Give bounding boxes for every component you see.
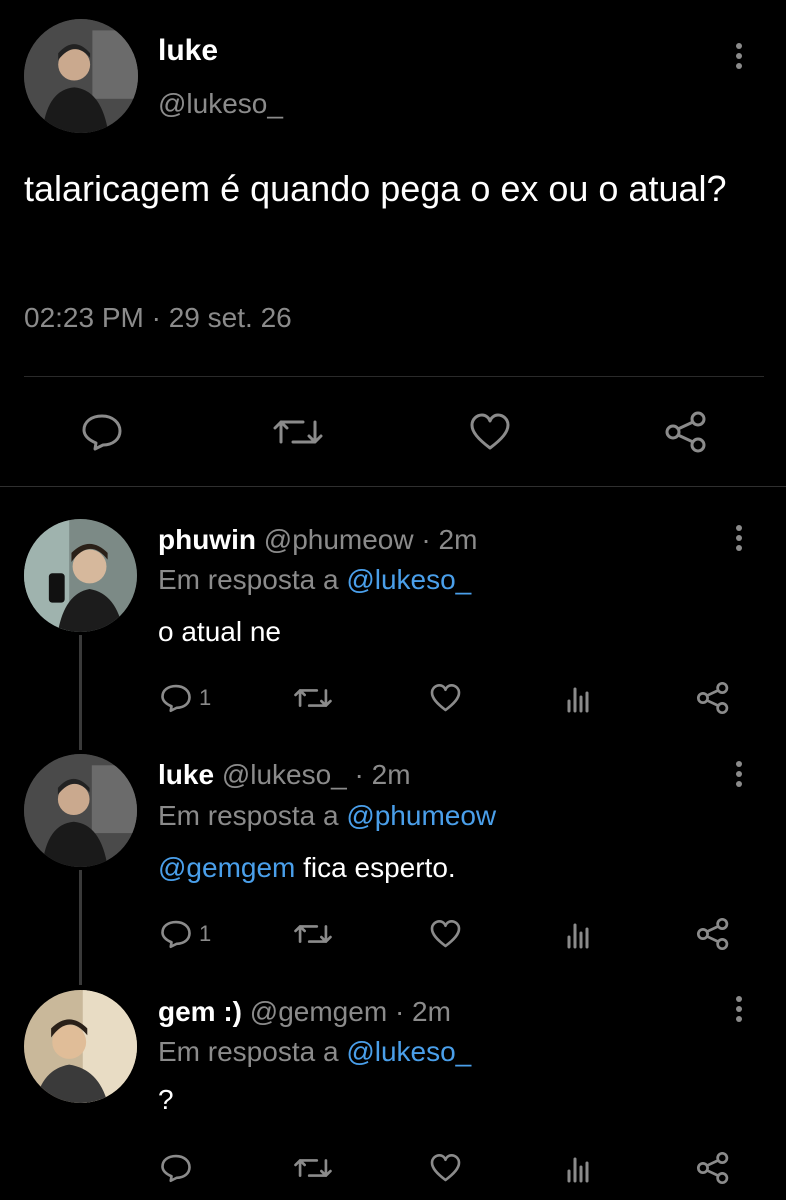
reply-icon[interactable] bbox=[158, 916, 194, 952]
more-options-icon[interactable] bbox=[729, 754, 749, 794]
reply-text: @gemgem fica esperto. bbox=[158, 852, 456, 884]
reply-header: luke @lukeso_ · 2m bbox=[158, 759, 411, 791]
reply-body: ? bbox=[158, 1084, 174, 1115]
reply-text: o atual ne bbox=[158, 616, 281, 648]
profile-photo-icon bbox=[24, 990, 137, 1103]
more-options-icon[interactable] bbox=[729, 36, 749, 76]
retweet-icon[interactable] bbox=[292, 918, 334, 950]
reply-context: Em resposta a @lukeso_ bbox=[158, 1036, 471, 1068]
main-tweet-timestamp: 02:23 PM · 29 set. 26 bbox=[24, 302, 292, 333]
reply-body: o atual ne bbox=[158, 616, 281, 647]
like-icon[interactable] bbox=[427, 680, 463, 716]
share-icon[interactable] bbox=[695, 1150, 731, 1186]
reply-icon[interactable] bbox=[158, 680, 194, 716]
more-options-icon[interactable] bbox=[729, 518, 749, 558]
reply-prefix: Em resposta a bbox=[158, 1036, 339, 1067]
reply-count: 1 bbox=[199, 921, 212, 946]
retweet-icon[interactable] bbox=[292, 682, 334, 714]
reply-avatar[interactable] bbox=[24, 754, 137, 867]
reply-display-name[interactable]: gem :) bbox=[158, 996, 242, 1027]
reply-handle[interactable]: @lukeso_ bbox=[222, 759, 347, 790]
like-icon[interactable] bbox=[466, 410, 514, 454]
reply-header: phuwin @phumeow · 2m bbox=[158, 524, 477, 556]
like-icon[interactable] bbox=[427, 1150, 463, 1186]
reply-text: ? bbox=[158, 1084, 174, 1116]
reply-context: Em resposta a @phumeow bbox=[158, 800, 496, 832]
more-options-icon[interactable] bbox=[729, 989, 749, 1029]
reply-avatar[interactable] bbox=[24, 990, 137, 1103]
profile-photo-icon bbox=[24, 19, 138, 133]
reply-time: · 2m bbox=[421, 524, 478, 555]
main-tweet-handle[interactable]: @lukeso_ bbox=[158, 88, 283, 120]
reply-icon[interactable] bbox=[158, 1150, 194, 1186]
profile-photo-icon bbox=[24, 754, 137, 867]
share-icon[interactable] bbox=[695, 916, 731, 952]
reply-display-name[interactable]: phuwin bbox=[158, 524, 256, 555]
reply-to-link[interactable]: @lukeso_ bbox=[346, 564, 471, 595]
reply-count: 1 bbox=[199, 685, 212, 710]
reply-prefix: Em resposta a bbox=[158, 564, 339, 595]
divider bbox=[0, 486, 786, 487]
reply-display-name[interactable]: luke bbox=[158, 759, 214, 790]
main-tweet-text: talaricagem é quando pega o ex ou o atua… bbox=[24, 168, 727, 209]
reply-prefix: Em resposta a bbox=[158, 800, 339, 831]
analytics-icon[interactable] bbox=[562, 680, 596, 716]
analytics-icon[interactable] bbox=[562, 1150, 596, 1186]
thread-line bbox=[79, 870, 82, 985]
share-icon[interactable] bbox=[695, 680, 731, 716]
reply-time: · 2m bbox=[394, 996, 451, 1027]
analytics-icon[interactable] bbox=[562, 916, 596, 952]
reply-handle[interactable]: @phumeow bbox=[264, 524, 414, 555]
thread-line bbox=[79, 635, 82, 750]
like-icon[interactable] bbox=[427, 916, 463, 952]
retweet-icon[interactable] bbox=[272, 410, 324, 454]
reply-body: fica esperto. bbox=[303, 852, 456, 883]
main-tweet-avatar[interactable] bbox=[24, 19, 138, 133]
divider bbox=[24, 376, 764, 377]
reply-header: gem :) @gemgem · 2m bbox=[158, 996, 451, 1028]
reply-to-link[interactable]: @phumeow bbox=[346, 800, 496, 831]
retweet-icon[interactable] bbox=[292, 1152, 334, 1184]
reply-handle[interactable]: @gemgem bbox=[250, 996, 387, 1027]
profile-photo-icon bbox=[24, 519, 137, 632]
share-icon[interactable] bbox=[662, 408, 710, 456]
mention-link[interactable]: @gemgem bbox=[158, 852, 295, 883]
reply-icon[interactable] bbox=[78, 410, 126, 454]
main-tweet-display-name[interactable]: luke bbox=[158, 34, 218, 68]
reply-to-link[interactable]: @lukeso_ bbox=[346, 1036, 471, 1067]
reply-time: · 2m bbox=[354, 759, 411, 790]
reply-avatar[interactable] bbox=[24, 519, 137, 632]
reply-context: Em resposta a @lukeso_ bbox=[158, 564, 471, 596]
